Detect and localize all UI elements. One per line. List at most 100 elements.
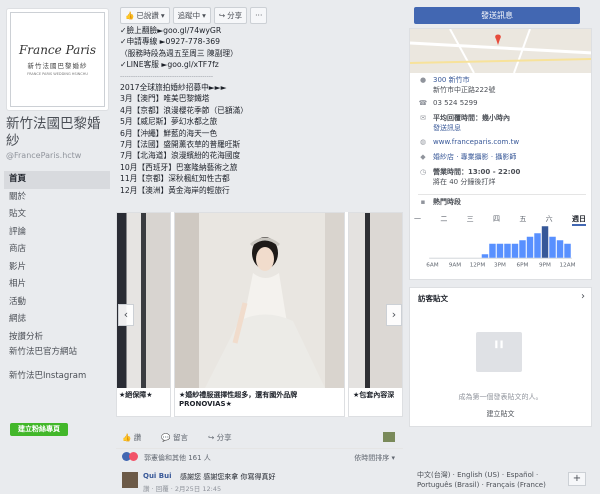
category-row: ◆ 婚紗店 · 專業攝影 · 攝影師 (418, 153, 516, 163)
like-label: 讚 (133, 432, 142, 442)
post-actions: 👍 讚 💬 留言 ↪ 分享 (116, 428, 403, 446)
category-text[interactable]: 婚紗店 · 專業攝影 · 攝影師 (433, 153, 516, 163)
carousel-next-button[interactable]: › (386, 304, 402, 326)
profile-picture-frame[interactable]: France Paris 新竹法國巴黎婚紗 FRANCE PARIS WEDDI… (6, 8, 109, 111)
page-handle[interactable]: @FranceParis.hctw (6, 151, 81, 160)
popular-times-chart: 6AM 9AM 12PM 3PM 6PM 9PM 12AM (426, 226, 576, 269)
visitor-posts-title[interactable]: 訪客貼文 (418, 293, 448, 304)
chevron-down-icon: ▾ (202, 11, 206, 20)
card-caption: ★絕保障★ (119, 391, 153, 399)
globe-icon: ◍ (419, 138, 427, 146)
poster-avatar-selector[interactable] (383, 432, 395, 442)
nav-videos[interactable]: 影片 (4, 259, 110, 277)
address-city[interactable]: 300 新竹市 (433, 76, 495, 86)
visitor-empty-text: 成為第一個發表貼文的人。 (458, 393, 543, 401)
language-footer: 中文(台灣) · English (US) · Español · Portug… (409, 468, 592, 494)
visitor-posts-panel: 訪客貼文 › " 成為第一個發表貼文的人。 建立貼文 (409, 287, 592, 427)
comment-label: 留言 (172, 432, 188, 442)
comment-action[interactable]: 💬 留言 (161, 432, 188, 443)
left-column: France Paris 新竹法國巴黎婚紗 FRANCE PARIS WEDDI… (0, 0, 116, 494)
chart-bar-3PM (496, 243, 504, 258)
map-image (410, 29, 591, 73)
message-icon: ✉ (420, 114, 426, 122)
page-root: { "page": { "logo_main": "France Paris",… (0, 0, 600, 494)
post-line: （服務時段為週五至周三 陳副理） (120, 48, 238, 58)
comment-item: Qui Bui 感謝您 感謝您來拿 你寫得真好 讚 · 回覆 · 2月25日 1… (116, 468, 403, 494)
website-row: ◍ www.franceparis.com.tw (418, 138, 519, 148)
avatar[interactable] (122, 472, 138, 488)
chart-bar-12AM (564, 243, 571, 258)
post-line: 5月【威尼斯】夢幻水都之旅 (120, 117, 218, 127)
create-post-button[interactable]: 建立貼文 (410, 409, 591, 419)
send-message-link[interactable]: 發送訊息 (433, 124, 510, 134)
share-icon: ↪ (207, 432, 215, 442)
chevron-right-icon: › (391, 308, 397, 321)
location-map[interactable] (410, 29, 591, 73)
sort-comments-dropdown[interactable]: 依時間排序 ▾ (354, 453, 395, 463)
nav-photos[interactable]: 相片 (4, 276, 110, 294)
nav-official-site[interactable]: 新竹法巴官方網站 (4, 346, 110, 370)
address-row: ● 300 新竹市 新竹市中正路222號 (418, 76, 495, 95)
following-label: 追蹤中 (177, 11, 201, 20)
like-action[interactable]: 👍 讚 (122, 432, 141, 443)
nav-notes[interactable]: 網誌 (4, 311, 110, 329)
nav-events[interactable]: 活動 (4, 294, 110, 312)
language-links[interactable]: 中文(台灣) · English (US) · Español · Portug… (417, 470, 557, 490)
chart-tick-label: 12PM (470, 263, 486, 269)
send-message-button[interactable]: 發送訊息 (414, 7, 580, 24)
chart-bar-1PM (481, 254, 489, 258)
post-line: 6月【沖繩】鮮藍的海天一色 (120, 128, 218, 138)
share-label: 分享 (227, 11, 243, 20)
carousel-prev-button[interactable]: ‹ (118, 304, 134, 326)
nav-posts[interactable]: 貼文 (4, 206, 110, 224)
logo-chinese: 新竹法國巴黎婚紗 (27, 62, 88, 70)
page-title[interactable]: 新竹法國巴黎婚紗 (6, 116, 112, 150)
add-language-button[interactable]: + (568, 472, 586, 486)
comment-author[interactable]: Qui Bui (143, 472, 172, 480)
share-button[interactable]: ↪ 分享 (213, 7, 248, 24)
more-button[interactable]: ··· (250, 7, 268, 24)
nav-instagram[interactable]: 新竹法巴Instagram (4, 370, 110, 394)
carousel-card[interactable]: ★婚紗禮服選擇性超多，還有國外品牌PRONOVIAS★ (174, 212, 345, 417)
post-line: 7月【法國】盛開薰衣草的普羅旺斯 (120, 140, 241, 150)
nav-insights[interactable]: 按讚分析 (4, 329, 110, 347)
chart-tick-label: 9PM (539, 263, 551, 269)
hours-text[interactable]: 營業時間：13:00 - 22:00 (433, 168, 520, 178)
post-body: ✓臉上翻臉►goo.gl/74wyGR ✓申請專線 ►0927-778-369 … (120, 25, 398, 196)
chart-bar-11PM (556, 240, 564, 258)
create-page-button[interactable]: 建立粉絲專頁 (10, 423, 68, 436)
post-line: 4月【京都】浪漫櫻花季節（已額滿） (120, 105, 248, 115)
logo-title: France Paris (18, 43, 96, 57)
phone-number: 03 524 5299 (433, 99, 478, 107)
card-image (349, 213, 402, 388)
bride-photo (175, 213, 344, 388)
card-image (175, 213, 344, 388)
love-reaction-icon (129, 452, 138, 461)
post-divider: ----------------------------------------… (120, 72, 214, 80)
nav-reviews[interactable]: 評論 (4, 224, 110, 242)
response-row: ✉ 平均回覆時間：幾小時內 發送訊息 (418, 114, 510, 133)
reactions-bar: 郭憲倫和其他 161 人 依時間排序 ▾ (116, 448, 403, 466)
reaction-icons[interactable] (122, 452, 142, 462)
right-column: 發送訊息 ● 300 新竹市 新竹市中正路222號 ☎ 03 524 5299 ✉ … (409, 0, 592, 494)
thumb-icon: 👍 (125, 11, 135, 20)
reactions-count[interactable]: 郭憲倫和其他 161 人 (144, 453, 211, 463)
chart-bar-7PM (526, 236, 534, 258)
nav-home[interactable]: 首頁 (4, 171, 110, 189)
card-image (117, 213, 170, 388)
chart-bar-4PM (504, 243, 511, 258)
nav-shop[interactable]: 商店 (4, 241, 110, 259)
phone-row: ☎ 03 524 5299 (418, 99, 478, 109)
chart-tick-label: 3PM (494, 263, 506, 269)
chart-bar-2PM (489, 243, 496, 258)
comment-meta: 讚 · 回覆 · 2月25日 12:45 (143, 485, 222, 493)
following-button[interactable]: 追蹤中 ▾ (172, 7, 211, 24)
thumb-icon: 👍 (122, 432, 132, 442)
chevron-right-icon[interactable]: › (581, 291, 585, 302)
share-action[interactable]: ↪ 分享 (208, 432, 232, 443)
chart-bar-8PM (534, 233, 541, 258)
post-line: 2017全球旅拍婚紗招募中►►► (120, 83, 227, 93)
website-link[interactable]: www.franceparis.com.tw (433, 138, 519, 148)
liked-button[interactable]: 👍 已說讚 ▾ (120, 7, 170, 24)
nav-about[interactable]: 關於 (4, 189, 110, 207)
